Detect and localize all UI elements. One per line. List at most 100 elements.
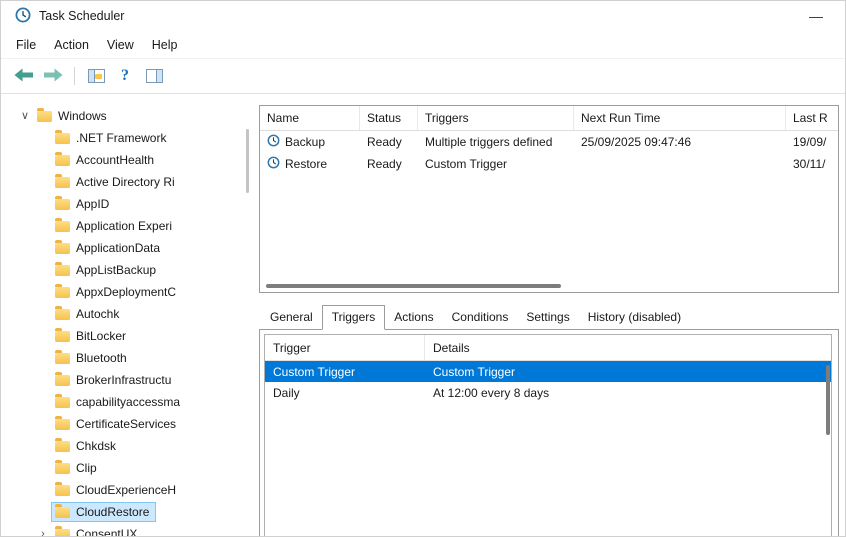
detail-tabs: General Triggers Actions Conditions Sett… [259,303,839,330]
task-list-panel: Name Status Triggers Next Run Time Last … [259,105,839,293]
minimize-button[interactable]: — [801,8,831,24]
tree-item-label: BitLocker [76,329,127,343]
tree-item-appid[interactable]: AppID [11,193,249,215]
folder-icon [55,129,70,144]
toolbar-separator [74,67,75,85]
folder-icon [55,525,70,536]
help-icon: ? [121,67,129,84]
menu-file[interactable]: File [7,34,45,56]
tab-general[interactable]: General [261,306,322,329]
menu-action[interactable]: Action [45,34,98,56]
folder-icon [55,349,70,364]
action-pane-toggle-button[interactable] [141,63,167,89]
tree-item-cloudexperiencehost[interactable]: CloudExperienceH [11,479,249,501]
column-header-triggers[interactable]: Triggers [418,106,574,130]
task-next-run: 25/09/2025 09:47:46 [581,135,692,149]
column-header-trigger[interactable]: Trigger [265,335,425,360]
triggers-table: Trigger Details Custom Trigger Custom Tr… [264,334,832,536]
console-tree-toggle-button[interactable] [83,63,109,89]
tab-settings[interactable]: Settings [517,306,578,329]
help-button[interactable]: ? [112,63,138,89]
task-last-run: 19/09/ [793,135,827,149]
horizontal-scrollbar-thumb[interactable] [266,284,561,288]
task-name: Restore [285,157,328,171]
tree-item-chkdsk[interactable]: Chkdsk [11,435,249,457]
tree-item-certificateservices[interactable]: CertificateServices [11,413,249,435]
tree-item-appxdeployment[interactable]: AppxDeploymentC [11,281,249,303]
menu-view[interactable]: View [98,34,143,56]
tree-item-bitlocker[interactable]: BitLocker [11,325,249,347]
tree-scrollbar-thumb[interactable] [246,129,249,193]
tree-item-clip[interactable]: Clip [11,457,249,479]
action-pane-icon [145,69,163,83]
trigger-row-daily[interactable]: Daily At 12:00 every 8 days [265,382,831,403]
tree-item-label: Chkdsk [76,439,117,453]
tree-item-label: Application Experi [76,219,173,233]
tree-item-cloudrestore[interactable]: CloudRestore [11,501,249,523]
tree-item-label: CertificateServices [76,417,177,431]
column-header-name[interactable]: Name [260,106,360,130]
tree-item-bluetooth[interactable]: Bluetooth [11,347,249,369]
tab-history[interactable]: History (disabled) [579,306,690,329]
task-list-header: Name Status Triggers Next Run Time Last … [260,106,838,131]
tree-item-label: BrokerInfrastructu [76,373,172,387]
tree-item-autochk[interactable]: Autochk [11,303,249,325]
tree-item-net-framework[interactable]: .NET Framework [11,127,249,149]
menu-help[interactable]: Help [143,34,187,56]
trigger-details: At 12:00 every 8 days [433,385,550,400]
folder-icon [55,195,70,210]
task-row-restore[interactable]: Restore Ready Custom Trigger 30/11/ [260,153,838,175]
tree-item-accounthealth[interactable]: AccountHealth [11,149,249,171]
titlebar: Task Scheduler — [1,1,845,31]
task-status: Ready [367,157,402,171]
forward-arrow-icon [43,68,63,85]
horizontal-scrollbar[interactable] [262,284,836,289]
tree-item-consentux[interactable]: › ConsentUX [11,523,249,536]
task-next-run [574,153,786,175]
folder-icon [55,371,70,386]
column-header-next-run-time[interactable]: Next Run Time [574,106,786,130]
tree-item-label: CloudExperienceH [76,483,177,497]
trigger-row-custom[interactable]: Custom Trigger Custom Trigger [265,361,831,382]
folder-icon [55,261,70,276]
tree-item-label: CloudRestore [76,505,150,519]
tab-conditions[interactable]: Conditions [443,306,518,329]
task-row-backup[interactable]: Backup Ready Multiple triggers defined 2… [260,131,838,153]
tree-item-brokerinfrastructure[interactable]: BrokerInfrastructu [11,369,249,391]
vertical-scrollbar-thumb[interactable] [826,365,830,435]
triggers-tab-content: Trigger Details Custom Trigger Custom Tr… [259,329,839,536]
folder-icon [55,437,70,452]
column-header-details[interactable]: Details [425,335,831,360]
forward-button[interactable] [40,63,66,89]
tree-item-application-experience[interactable]: Application Experi [11,215,249,237]
tree-item-applicationdata[interactable]: ApplicationData [11,237,249,259]
trigger-name: Daily [273,385,300,400]
back-arrow-icon [14,68,34,85]
tree-item-label: AccountHealth [76,153,155,167]
folder-icon [55,305,70,320]
tree-item-label: .NET Framework [76,131,167,145]
task-scheduler-window: Task Scheduler — File Action View Help ?… [0,0,846,537]
task-triggers: Multiple triggers defined [425,135,553,149]
task-clock-icon [267,134,280,150]
toolbar: ? [1,59,845,94]
folder-icon [55,173,70,188]
triggers-table-header: Trigger Details [265,335,831,361]
tree-item-active-directory[interactable]: Active Directory Ri [11,171,249,193]
task-clock-icon [267,156,280,172]
task-scheduler-icon [15,7,31,26]
folder-icon [55,327,70,342]
column-header-status[interactable]: Status [360,106,418,130]
tree-item-applistbackup[interactable]: AppListBackup [11,259,249,281]
folder-icon [55,239,70,254]
back-button[interactable] [11,63,37,89]
tab-triggers[interactable]: Triggers [321,305,386,330]
tree-item-windows[interactable]: ∨ Windows [11,105,249,127]
tree-item-label: AppListBackup [76,263,157,277]
column-header-last-run-time[interactable]: Last R [786,106,838,130]
trigger-details: Custom Trigger [433,364,516,379]
tab-actions[interactable]: Actions [385,306,442,329]
tree-item-label: AppID [76,197,110,211]
tree-item-capabilityaccessmanager[interactable]: capabilityaccessma [11,391,249,413]
folder-icon [55,283,70,298]
